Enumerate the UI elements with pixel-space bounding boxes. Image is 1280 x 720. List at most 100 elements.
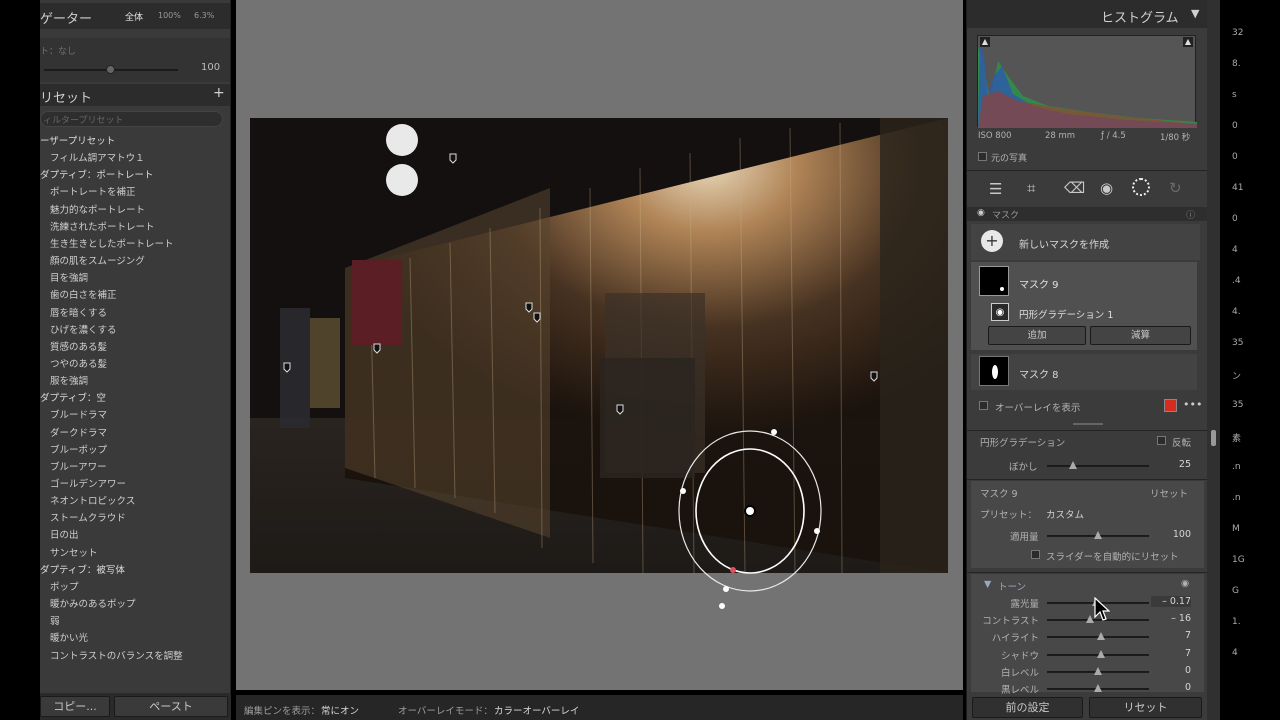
- preset-group[interactable]: ダプティブ：ポートレート: [40, 167, 230, 184]
- histogram-header[interactable]: ヒストグラム ▼: [967, 0, 1208, 28]
- preset-item[interactable]: ポートレートを補正: [40, 184, 230, 201]
- zoom-100-option[interactable]: 100%: [158, 11, 181, 20]
- preset-item[interactable]: 歯の白さを補正: [40, 287, 230, 304]
- preset-item[interactable]: フィルム調アマトウ１: [40, 150, 230, 167]
- navigator-header[interactable]: ゲーター 全体 100% 6.3%: [40, 3, 230, 29]
- panel-resize-handle[interactable]: [1073, 423, 1103, 425]
- tone-slider-thumb[interactable]: [1094, 684, 1102, 692]
- amount-slider-thumb[interactable]: [1094, 531, 1102, 539]
- history-icon[interactable]: ↻: [1169, 179, 1182, 197]
- preset-item[interactable]: ブルーアワー: [40, 459, 230, 476]
- scrollbar-thumb[interactable]: [1211, 430, 1216, 446]
- feather-value[interactable]: 25: [1151, 459, 1191, 470]
- preset-item[interactable]: 顔の肌をスムージング: [40, 253, 230, 270]
- preset-item[interactable]: 服を強調: [40, 373, 230, 390]
- reset-button[interactable]: リセット: [1089, 697, 1202, 718]
- preset-item[interactable]: ダークドラマ: [40, 425, 230, 442]
- preset-item[interactable]: コントラストのバランスを調整: [40, 648, 230, 665]
- preset-item[interactable]: ブルードラマ: [40, 407, 230, 424]
- tone-slider-value[interactable]: – 16: [1151, 613, 1191, 624]
- photo-preview[interactable]: [250, 118, 948, 573]
- zoom-fit-option[interactable]: 全体: [125, 10, 143, 23]
- preset-item[interactable]: ひげを濃くする: [40, 322, 230, 339]
- tone-slider-row[interactable]: ハイライト 7: [971, 630, 1204, 646]
- collapse-triangle-icon[interactable]: ▼: [1191, 7, 1199, 20]
- show-overlay-checkbox[interactable]: [979, 401, 988, 410]
- preset-group[interactable]: ダプティブ：空: [40, 390, 230, 407]
- histogram-chart[interactable]: ▲ ▲: [977, 35, 1197, 128]
- paste-button[interactable]: ペースト: [114, 696, 228, 717]
- edit-sliders-icon[interactable]: ☰: [989, 180, 1002, 198]
- preset-item[interactable]: 洗練されたポートレート: [40, 219, 230, 236]
- preset-group[interactable]: ーザープリセット: [40, 133, 230, 150]
- create-new-mask-row[interactable]: + 新しいマスクを作成: [971, 224, 1200, 260]
- panel-scrollbar[interactable]: [1207, 0, 1220, 720]
- invert-checkbox[interactable]: [1157, 436, 1166, 445]
- add-mask-icon[interactable]: +: [981, 230, 1003, 252]
- feather-slider-track[interactable]: [1047, 465, 1149, 467]
- mask-8-row[interactable]: マスク 8: [971, 354, 1197, 390]
- add-preset-button[interactable]: +: [213, 85, 225, 101]
- auto-reset-checkbox[interactable]: [1031, 550, 1040, 559]
- mask-panel-header[interactable]: ◉ マスク ⓘ: [967, 207, 1208, 221]
- tone-slider-thumb[interactable]: [1097, 632, 1106, 641]
- preset-item[interactable]: 暖かい光: [40, 630, 230, 647]
- mask-8-thumbnail[interactable]: [979, 356, 1009, 386]
- mask-help-icon[interactable]: ⓘ: [1186, 208, 1195, 221]
- preset-item[interactable]: 日の出: [40, 527, 230, 544]
- redeye-icon[interactable]: ◉: [1100, 179, 1113, 197]
- tone-slider-row[interactable]: 露光量 – 0.17: [971, 596, 1204, 612]
- preset-item[interactable]: 魅力的なポートレート: [40, 202, 230, 219]
- tone-slider-value[interactable]: 7: [1151, 630, 1191, 641]
- preset-item[interactable]: ゴールデンアワー: [40, 476, 230, 493]
- overlay-color-swatch[interactable]: [1164, 399, 1177, 412]
- preset-group[interactable]: ダプティブ：被写体: [40, 562, 230, 579]
- tone-collapse-icon[interactable]: ▼: [984, 579, 991, 590]
- preset-item[interactable]: 弱: [40, 613, 230, 630]
- tone-visibility-eye-icon[interactable]: ◉: [1181, 578, 1189, 589]
- mask-preset-dropdown[interactable]: カスタム: [1046, 507, 1084, 521]
- tone-slider-value[interactable]: 0: [1151, 665, 1191, 676]
- tone-slider-thumb[interactable]: [1085, 615, 1094, 624]
- subtract-mask-button[interactable]: 減算: [1090, 326, 1191, 345]
- preset-item[interactable]: つやのある髪: [40, 356, 230, 373]
- preset-item[interactable]: 質感のある髪: [40, 339, 230, 356]
- tone-slider-thumb[interactable]: [1094, 666, 1102, 675]
- tone-slider-row[interactable]: 黒レベル 0: [971, 682, 1204, 698]
- feather-slider-thumb[interactable]: [1068, 461, 1077, 469]
- radial-gradient-component-icon[interactable]: ◉: [991, 303, 1009, 321]
- mask-tool-icon[interactable]: [1132, 178, 1150, 196]
- preset-amount-thumb[interactable]: [106, 65, 115, 74]
- preset-item[interactable]: 生き生きとしたポートレート: [40, 236, 230, 253]
- overlay-dropdown[interactable]: カラーオーバーレイ: [494, 703, 579, 717]
- tone-slider-thumb[interactable]: [1097, 649, 1106, 658]
- preset-search-input[interactable]: ィルタープリセット: [40, 111, 223, 127]
- preset-item[interactable]: 目を強調: [40, 270, 230, 287]
- pin-dropdown[interactable]: 常にオン: [321, 703, 359, 717]
- amount-value[interactable]: 100: [1151, 529, 1191, 540]
- preset-item[interactable]: ブルーポップ: [40, 442, 230, 459]
- mask-visibility-eye-icon[interactable]: ◉: [977, 208, 985, 218]
- mask-settings-reset[interactable]: リセット: [1150, 486, 1188, 500]
- tone-slider-value[interactable]: 0: [1151, 682, 1191, 693]
- overlay-more-icon[interactable]: •••: [1183, 398, 1202, 411]
- crop-icon[interactable]: ⌗: [1027, 179, 1035, 197]
- shadow-clip-icon[interactable]: ▲: [980, 37, 990, 47]
- tone-slider-value[interactable]: 7: [1151, 648, 1191, 659]
- add-mask-button[interactable]: 追加: [988, 326, 1086, 345]
- preset-item[interactable]: ストームクラウド: [40, 510, 230, 527]
- zoom-custom-option[interactable]: 6.3%: [194, 11, 214, 20]
- original-photo-checkbox[interactable]: [978, 152, 987, 161]
- previous-settings-button[interactable]: 前の設定: [972, 697, 1083, 718]
- preset-item[interactable]: ネオントロピックス: [40, 493, 230, 510]
- radial-gradient-overlay[interactable]: [670, 420, 840, 620]
- tone-slider-row[interactable]: コントラスト – 16: [971, 613, 1204, 629]
- preset-item[interactable]: サンセット: [40, 545, 230, 562]
- mask-9-thumbnail[interactable]: [979, 266, 1009, 296]
- highlight-clip-icon[interactable]: ▲: [1183, 37, 1193, 47]
- copy-button[interactable]: コピー...: [40, 696, 110, 717]
- preset-item[interactable]: 暖かみのあるポップ: [40, 596, 230, 613]
- mask-9-group[interactable]: マスク 9 ◉ 円形グラデーション 1 追加 減算: [971, 262, 1197, 350]
- heal-eraser-icon[interactable]: ⌫: [1064, 179, 1085, 197]
- preset-item[interactable]: ポップ: [40, 579, 230, 596]
